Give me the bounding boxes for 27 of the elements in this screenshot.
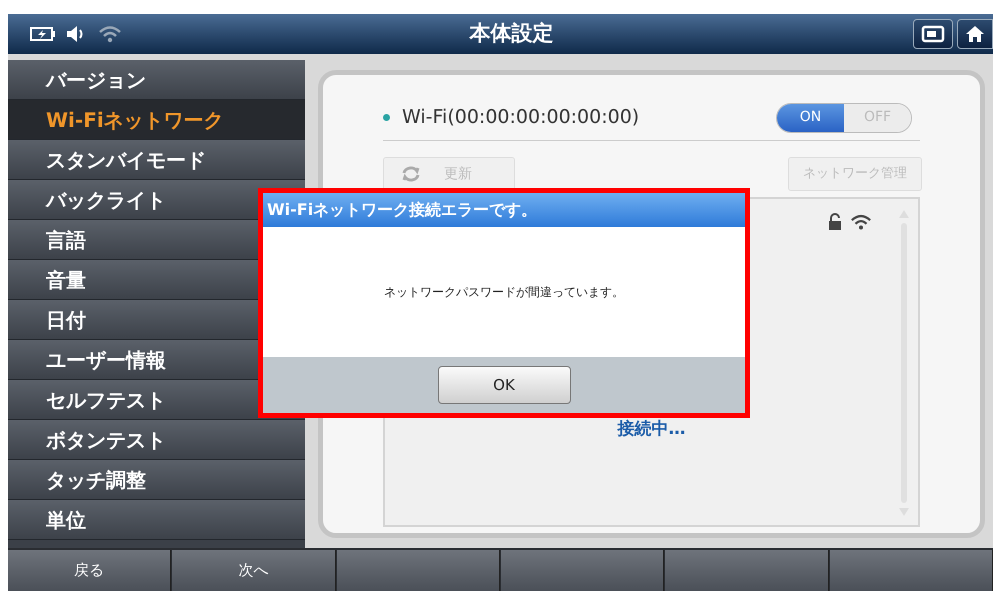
footer-button[interactable]	[336, 550, 500, 591]
footer-button[interactable]	[500, 550, 664, 591]
screenshot-button[interactable]	[913, 19, 953, 49]
battery-icon	[30, 27, 56, 41]
sidebar-item[interactable]: スタンバイモード	[8, 140, 305, 180]
toggle-option[interactable]: ON	[777, 104, 844, 132]
home-icon	[965, 25, 985, 43]
footer-button[interactable]	[665, 550, 829, 591]
wifi-label: Wi-Fi(00:00:00:00:00:00)	[402, 105, 640, 130]
connecting-text: 接続中…	[618, 418, 686, 441]
dialog-message: ネットワークパスワードが間違っています。	[383, 284, 625, 301]
footer-button[interactable]: 戻る	[8, 550, 172, 591]
footer-button[interactable]: 次へ	[172, 550, 336, 591]
sidebar-item[interactable]: タッチ調整	[8, 460, 305, 500]
sidebar-item[interactable]: ボタンテスト	[8, 420, 305, 460]
footer-button[interactable]	[830, 550, 993, 591]
dialog-title: Wi-Fiネットワーク接続エラーです。	[263, 193, 745, 227]
lock-icon	[828, 213, 842, 231]
sidebar-item[interactable]: Wi-Fiネットワーク	[8, 100, 305, 140]
home-button[interactable]	[957, 19, 993, 49]
wifi-icon	[98, 25, 122, 43]
sidebar-item[interactable]: バージョン	[8, 60, 305, 100]
wifi-signal-icon	[850, 213, 872, 231]
refresh-icon	[402, 166, 420, 182]
window-title: 本体設定	[468, 20, 554, 48]
sidebar-item[interactable]: 単位	[8, 500, 305, 540]
ok-button[interactable]: OK	[438, 366, 570, 404]
